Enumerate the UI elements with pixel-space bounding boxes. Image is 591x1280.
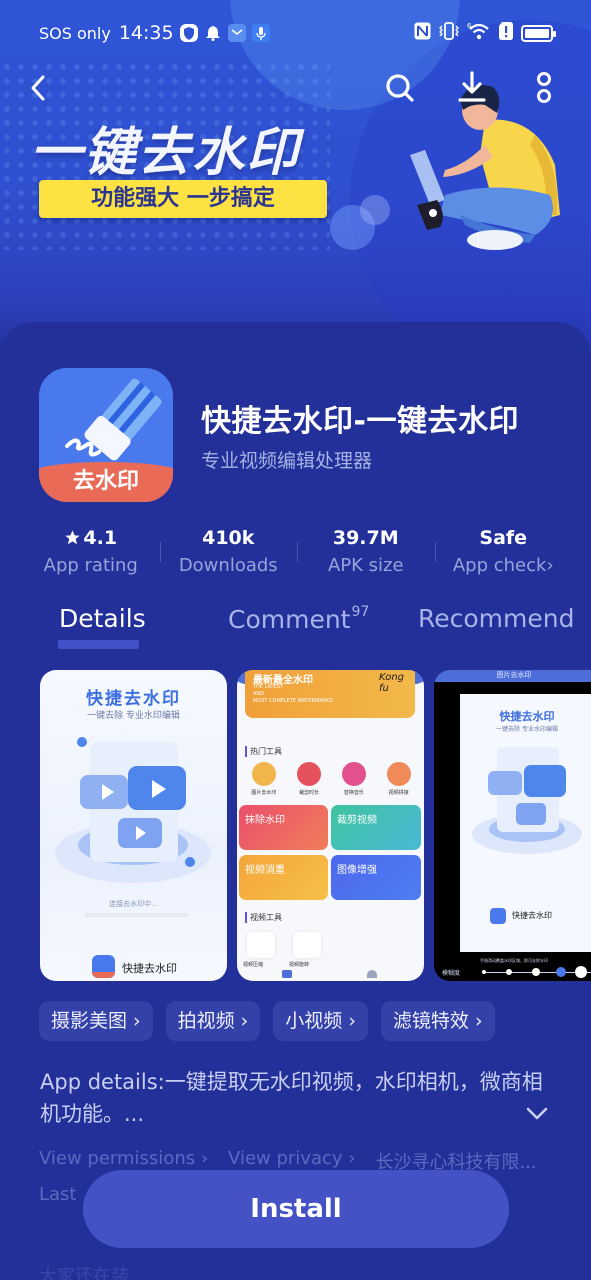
clock: 14:35 [118, 22, 174, 44]
wifi-6-icon: 6 [467, 22, 491, 44]
mic-icon [251, 24, 270, 42]
svg-text:6: 6 [467, 22, 472, 30]
tag-short-video[interactable]: 小视频 › [273, 1001, 368, 1041]
app-name: 快捷去水印-一键去水印 [201, 404, 519, 439]
progress-bar [85, 913, 188, 917]
rating-value: 4.1 [83, 527, 118, 549]
install-button[interactable]: Install [83, 1170, 509, 1248]
apk-size-value: 39.7M [332, 527, 399, 549]
expand-description-button[interactable] [524, 1100, 550, 1126]
shot-subtitle: 一键去除 专业水印编辑 [87, 711, 180, 721]
bell-icon [204, 24, 222, 42]
chevron-right-icon: › [546, 555, 554, 576]
tag-shoot-video[interactable]: 拍视频 › [165, 1001, 261, 1041]
category-tags: 摄影美图 › 拍视频 › 小视频 › 滤镜特效 › [39, 1001, 495, 1041]
download-button[interactable] [452, 68, 492, 108]
screenshot-3[interactable]: 图片去水印 快捷去水印 一键去除 专业水印编辑 快捷去水印 手指滑动覆盖水印区域… [434, 670, 591, 981]
back-icon [31, 75, 45, 101]
progress-text: 连接去水印中... [109, 900, 158, 908]
battery-icon [521, 24, 556, 42]
tab-recommend[interactable]: Recommend [418, 604, 574, 633]
last-updated-text: Last [39, 1184, 77, 1205]
next-section-heading: 大家还在装 [39, 1266, 129, 1280]
stat-app-check[interactable]: Safe App check› [434, 524, 573, 584]
apk-size-label: APK size [327, 555, 404, 576]
shot-footer-label: 快捷去水印 [122, 962, 177, 975]
tag-filter-effects[interactable]: 滤镜特效 › [380, 1001, 495, 1041]
app-icon-label: 去水印 [39, 462, 173, 502]
back-button[interactable] [18, 68, 58, 108]
carrier-text: SOS only [39, 23, 111, 43]
download-icon [458, 71, 486, 102]
mail-icon [227, 24, 246, 42]
section-video-tools: 视频工具 [245, 912, 282, 923]
rating-label: App rating [43, 555, 138, 576]
slider-label: 模糊度 [442, 970, 461, 977]
downloads-value: 410k [202, 527, 255, 549]
home-icon [282, 970, 292, 978]
nfc-icon [414, 22, 431, 44]
more-icon [537, 72, 551, 103]
screenshot-1[interactable]: 快捷去水印 一键去除 专业水印编辑 连接去水印中... 快捷去水印 [40, 670, 227, 981]
screenshot-carousel[interactable]: 快捷去水印 一键去除 专业水印编辑 连接去水印中... 快捷去水印 最新最全水印… [40, 670, 591, 982]
banner-tagline: 功能强大 一步搞定 [39, 180, 327, 218]
screenshot-2[interactable]: 最新最全水印 THE LATEST AND MOST COMPLETE WATE… [237, 670, 424, 981]
shot-title: 快捷去水印 [86, 689, 181, 709]
app-icon: 去水印 [39, 368, 173, 502]
more-button[interactable] [524, 68, 564, 108]
sim-alert-icon [499, 22, 513, 44]
shield-icon [179, 24, 198, 42]
search-button[interactable] [380, 68, 420, 108]
blur-slider-thumb[interactable] [556, 967, 566, 977]
tab-details[interactable]: Details [59, 604, 146, 633]
star-icon [65, 530, 80, 545]
search-icon [386, 74, 414, 102]
chevron-down-icon [526, 1107, 548, 1120]
vibrate-icon [439, 22, 459, 44]
app-subtitle: 专业视频编辑处理器 [201, 450, 373, 472]
app-check-label: App check [452, 555, 547, 576]
downloads-label: Downloads [178, 555, 278, 576]
stat-rating: 4.1 App rating [22, 524, 160, 584]
mini-app-icon [92, 955, 115, 978]
active-tab-indicator [58, 640, 139, 649]
app-description: App details:一键提取无水印视频，水印相机，微商相机功能。... [40, 1070, 543, 1126]
hero-banner: 一键去水印 功能强大 一步搞定 [0, 0, 591, 360]
promo-banner: 最新最全水印 THE LATEST AND MOST COMPLETE WATE… [245, 670, 415, 718]
app-check-value: Safe [479, 527, 528, 549]
profile-icon [367, 970, 377, 978]
tag-photography[interactable]: 摄影美图 › [39, 1001, 153, 1041]
stat-apk-size: 39.7M APK size [297, 524, 435, 584]
banner-headline: 一键去水印 [30, 123, 301, 183]
comment-count-badge: 97 [351, 604, 370, 620]
status-bar: SOS only 14:35 6 [0, 18, 591, 48]
app-stats: 4.1 App rating 410k Downloads 39.7M APK … [22, 524, 572, 584]
stat-downloads: 410k Downloads [159, 524, 298, 584]
tab-comment[interactable]: Comment97 [228, 604, 369, 634]
section-hot-tools: 热门工具 [245, 746, 282, 757]
